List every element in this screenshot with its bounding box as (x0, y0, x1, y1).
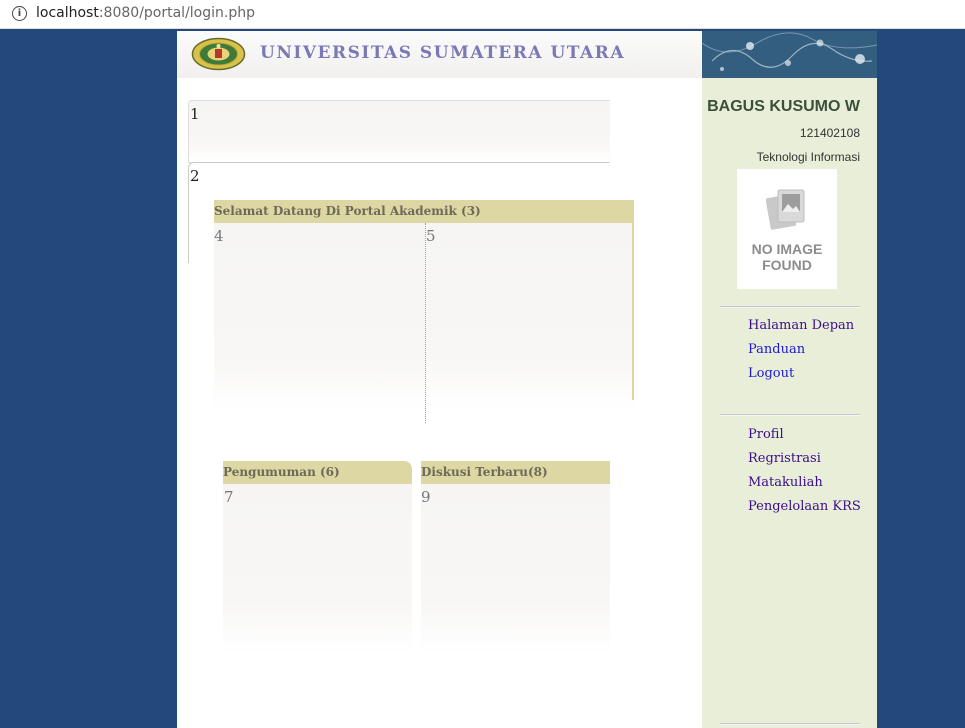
welcome-right-column: 5 (426, 223, 634, 413)
discussion-panel: 9 (421, 484, 610, 654)
nav-matakuliah[interactable]: Matakuliah (748, 475, 823, 490)
user-name: BAGUS KUSUMO W (707, 98, 860, 115)
welcome-title: Selamat Datang Di Portal Akademik (3) (214, 200, 634, 223)
no-image-text: NO IMAGE (751, 241, 823, 257)
welcome-panel: Selamat Datang Di Portal Akademik (3) 4 … (214, 200, 634, 423)
portal-page: UNIVERSITAS SUMATERA UTARA 1 2 Selamat D… (177, 31, 877, 728)
no-image-label: NO IMAGE FOUND (737, 241, 837, 273)
nav-halaman-depan[interactable]: Halaman Depan (748, 318, 854, 333)
university-title: UNIVERSITAS SUMATERA UTARA (260, 43, 626, 63)
photo-placeholder-icon (766, 189, 805, 230)
nav-pengelolaan-krs[interactable]: Pengelolaan KRS (748, 499, 861, 514)
panel-number: 2 (190, 167, 200, 185)
nav-logout[interactable]: Logout (748, 366, 794, 381)
discussion-title: Diskusi Terbaru(8) (421, 461, 610, 484)
panel-number: 4 (214, 227, 224, 245)
user-nim: 121402108 (799, 126, 860, 140)
url-path: :8080/portal/login.php (98, 5, 255, 21)
divider (720, 414, 860, 416)
avatar: NO IMAGE FOUND (737, 169, 837, 289)
nav-profil[interactable]: Profil (748, 427, 784, 442)
panel-number: 9 (421, 488, 431, 506)
column-divider (425, 223, 426, 423)
divider (720, 723, 860, 725)
announcements-title: Pengumuman (6) (223, 461, 412, 484)
user-program: Teknologi Informasi (756, 150, 860, 164)
url-host: localhost (36, 5, 99, 21)
address-bar[interactable]: i localhost:8080/portal/login.php (0, 0, 965, 29)
nav-panduan[interactable]: Panduan (748, 342, 805, 357)
header: UNIVERSITAS SUMATERA UTARA (177, 31, 702, 78)
decorative-banner (702, 31, 877, 78)
info-icon[interactable]: i (12, 6, 27, 21)
panel-number: 5 (426, 227, 436, 245)
panel-number: 1 (190, 105, 200, 123)
content-panel-1: 1 (188, 100, 610, 163)
divider (720, 306, 860, 308)
user-sidebar: BAGUS KUSUMO W 121402108 Teknologi Infor… (702, 78, 877, 728)
url-text[interactable]: localhost:8080/portal/login.php (36, 5, 255, 21)
panel-number: 7 (224, 488, 234, 506)
university-logo-icon (191, 37, 246, 71)
announcements-panel: 7 (223, 484, 412, 654)
nav-regristrasi[interactable]: Regristrasi (748, 451, 821, 466)
no-image-text: FOUND (762, 257, 812, 273)
welcome-left-column: 4 (214, 223, 425, 413)
panel-border (632, 223, 634, 400)
